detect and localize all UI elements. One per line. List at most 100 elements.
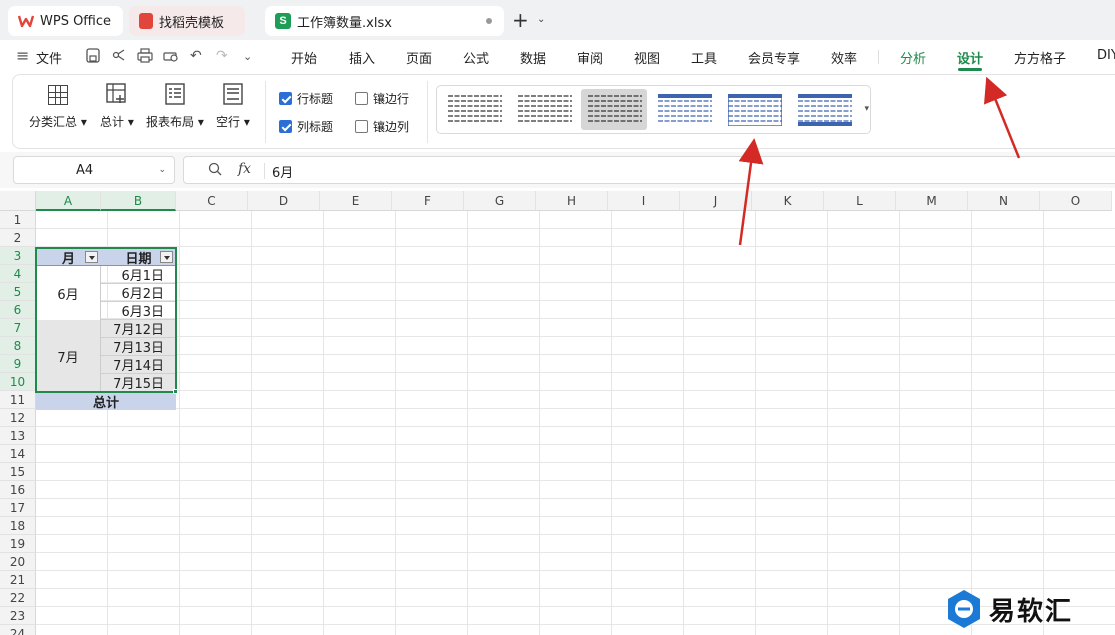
column-header-k[interactable]: K xyxy=(752,191,824,211)
column-header-h[interactable]: H xyxy=(536,191,608,211)
menu-fangfang[interactable]: 方方格子 xyxy=(1014,48,1066,67)
row-header-8[interactable]: 8 xyxy=(0,337,36,355)
column-header-o[interactable]: O xyxy=(1040,191,1112,211)
row-header-16[interactable]: 16 xyxy=(0,481,36,499)
cell-grid[interactable] xyxy=(36,211,1115,635)
pivot-style-2[interactable] xyxy=(511,89,577,130)
row-headers-checkbox[interactable]: 行标题 xyxy=(279,90,333,107)
row-header-10[interactable]: 10 xyxy=(0,373,36,391)
menu-data[interactable]: 数据 xyxy=(520,48,546,67)
row-header-1[interactable]: 1 xyxy=(0,211,36,229)
menu-efficiency[interactable]: 效率 xyxy=(831,48,857,67)
chevron-down-icon[interactable]: ⌄ xyxy=(243,50,252,63)
fx-icon[interactable]: fx xyxy=(238,161,251,177)
row-header-7[interactable]: 7 xyxy=(0,319,36,337)
share-icon[interactable] xyxy=(112,48,126,63)
menu-start[interactable]: 开始 xyxy=(291,48,317,67)
column-headers-checkbox[interactable]: 列标题 xyxy=(279,118,333,135)
row-header-9[interactable]: 9 xyxy=(0,355,36,373)
select-all-corner[interactable] xyxy=(0,191,36,211)
grand-total-button[interactable]: 总计 ▾ xyxy=(100,83,134,130)
menu-review[interactable]: 审阅 xyxy=(577,48,603,67)
row-header-18[interactable]: 18 xyxy=(0,517,36,535)
pivot-date-cell[interactable]: 7月15日 xyxy=(101,374,176,392)
row-header-11[interactable]: 11 xyxy=(0,391,36,409)
row-header-2[interactable]: 2 xyxy=(0,229,36,247)
menu-analyze[interactable]: 分析 xyxy=(900,48,926,67)
pivot-month-cell[interactable]: 6月 xyxy=(36,266,101,320)
column-header-c[interactable]: C xyxy=(176,191,248,211)
menu-formula[interactable]: 公式 xyxy=(463,48,489,67)
menu-member[interactable]: 会员专享 xyxy=(748,48,800,67)
menu-page[interactable]: 页面 xyxy=(406,48,432,67)
column-header-g[interactable]: G xyxy=(464,191,536,211)
column-header-j[interactable]: J xyxy=(680,191,752,211)
formula-input[interactable]: fx 6月 xyxy=(183,156,1115,184)
row-header-4[interactable]: 4 xyxy=(0,265,36,283)
pivot-month-cell[interactable]: 7月 xyxy=(36,320,101,392)
column-header-a[interactable]: A xyxy=(36,191,101,211)
subtotal-button[interactable]: 分类汇总 ▾ xyxy=(29,83,87,130)
name-box[interactable]: A4 ⌄ xyxy=(13,156,175,184)
column-header-b[interactable]: B xyxy=(101,191,176,211)
row-header-3[interactable]: 3 xyxy=(0,247,36,265)
row-header-24[interactable]: 24 xyxy=(0,625,36,635)
hamburger-icon[interactable]: ≡ xyxy=(16,46,29,65)
plus-icon[interactable]: + xyxy=(512,10,529,30)
tab-wps-office[interactable]: WPS Office xyxy=(8,6,123,36)
pivot-date-cell[interactable]: 7月14日 xyxy=(101,356,176,374)
row-header-20[interactable]: 20 xyxy=(0,553,36,571)
pivot-date-cell[interactable]: 6月2日 xyxy=(101,284,176,302)
unsaved-dot-icon[interactable] xyxy=(486,18,492,24)
column-header-f[interactable]: F xyxy=(392,191,464,211)
report-layout-button[interactable]: 报表布局 ▾ xyxy=(146,83,204,130)
tab-template[interactable]: 找稻壳模板 xyxy=(129,6,245,36)
row-header-5[interactable]: 5 xyxy=(0,283,36,301)
pivot-date-cell[interactable]: 6月3日 xyxy=(101,302,176,320)
chevron-down-icon[interactable]: ⌄ xyxy=(158,165,166,175)
pivot-style-6[interactable] xyxy=(791,89,857,130)
filter-dropdown-icon[interactable] xyxy=(85,251,98,263)
row-header-14[interactable]: 14 xyxy=(0,445,36,463)
menu-diy[interactable]: DIY xyxy=(1097,48,1115,63)
pivot-grand-total[interactable]: 总计 xyxy=(36,392,176,411)
menu-view[interactable]: 视图 xyxy=(634,48,660,67)
column-header-n[interactable]: N xyxy=(968,191,1040,211)
column-header-m[interactable]: M xyxy=(896,191,968,211)
filter-dropdown-icon[interactable] xyxy=(160,251,173,263)
print-preview-icon[interactable] xyxy=(163,48,179,63)
chevron-down-icon[interactable]: ⌄ xyxy=(537,14,545,25)
row-header-6[interactable]: 6 xyxy=(0,301,36,319)
pivot-date-cell[interactable]: 7月12日 xyxy=(101,320,176,338)
pivot-style-5[interactable] xyxy=(721,89,787,130)
tab-workbook[interactable]: S 工作簿数量.xlsx xyxy=(265,6,504,36)
fill-handle[interactable] xyxy=(173,389,178,394)
row-header-19[interactable]: 19 xyxy=(0,535,36,553)
row-header-22[interactable]: 22 xyxy=(0,589,36,607)
save-icon[interactable] xyxy=(86,48,100,63)
print-icon[interactable] xyxy=(137,48,153,63)
zoom-icon[interactable] xyxy=(208,162,222,176)
row-header-12[interactable]: 12 xyxy=(0,409,36,427)
banded-rows-checkbox[interactable]: 镶边行 xyxy=(355,90,409,107)
pivot-style-4[interactable] xyxy=(651,89,717,130)
row-header-17[interactable]: 17 xyxy=(0,499,36,517)
pivot-date-cell[interactable]: 6月1日 xyxy=(101,266,176,284)
row-header-15[interactable]: 15 xyxy=(0,463,36,481)
pivot-date-cell[interactable]: 7月13日 xyxy=(101,338,176,356)
column-header-d[interactable]: D xyxy=(248,191,320,211)
row-header-23[interactable]: 23 xyxy=(0,607,36,625)
pivot-style-3[interactable] xyxy=(581,89,647,130)
undo-icon[interactable]: ↶ xyxy=(190,48,202,64)
column-header-e[interactable]: E xyxy=(320,191,392,211)
row-header-13[interactable]: 13 xyxy=(0,427,36,445)
column-header-l[interactable]: L xyxy=(824,191,896,211)
menu-insert[interactable]: 插入 xyxy=(349,48,375,67)
menu-design[interactable]: 设计 xyxy=(957,48,983,67)
menu-file[interactable]: 文件 xyxy=(36,48,62,67)
pivot-style-1[interactable] xyxy=(441,89,507,130)
banded-columns-checkbox[interactable]: 镶边列 xyxy=(355,118,409,135)
menu-tools[interactable]: 工具 xyxy=(691,48,717,67)
blank-rows-button[interactable]: 空行 ▾ xyxy=(216,83,250,130)
column-header-i[interactable]: I xyxy=(608,191,680,211)
